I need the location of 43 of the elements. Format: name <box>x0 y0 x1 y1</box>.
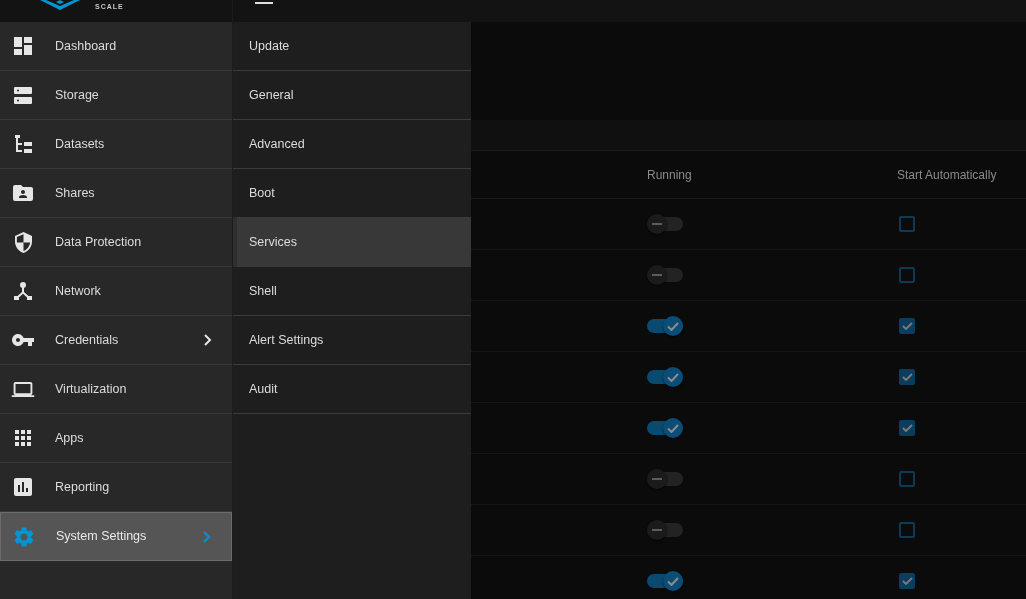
laptop-icon <box>11 381 35 397</box>
check-icon <box>667 576 679 586</box>
checkbox[interactable] <box>899 318 915 334</box>
check-icon <box>901 577 913 585</box>
minus-icon <box>652 478 662 480</box>
sidebar-item[interactable]: System Settings <box>0 512 232 561</box>
minus-icon <box>652 274 662 276</box>
checkbox[interactable] <box>899 573 915 589</box>
tree-icon <box>14 135 32 153</box>
check-icon <box>667 423 679 433</box>
folder-user-icon <box>13 185 33 201</box>
checkbox[interactable] <box>899 420 915 436</box>
server-icon <box>14 86 32 104</box>
toggle-switch[interactable] <box>647 469 683 489</box>
settings-icon <box>14 526 34 547</box>
dashboard-icon <box>14 37 32 55</box>
checkbox[interactable] <box>899 369 915 385</box>
checkbox[interactable] <box>899 216 915 232</box>
check-icon <box>901 322 913 330</box>
bar-chart-icon <box>14 478 32 496</box>
toggle-switch[interactable] <box>647 214 683 234</box>
toggle-switch[interactable] <box>647 520 683 540</box>
shield-icon <box>14 231 32 253</box>
check-icon <box>667 321 679 331</box>
checkbox[interactable] <box>899 471 915 487</box>
check-icon <box>901 424 913 432</box>
toggle-switch[interactable] <box>647 571 683 591</box>
toggle-switch[interactable] <box>647 316 683 336</box>
column-header: Running <box>647 166 693 184</box>
key-icon <box>12 334 34 346</box>
network-icon <box>14 282 32 300</box>
column-header: Start Automatically <box>897 166 997 184</box>
minus-icon <box>652 223 662 225</box>
logo-icon <box>40 0 80 10</box>
toggle-switch[interactable] <box>647 367 683 387</box>
check-icon <box>667 372 679 382</box>
check-icon <box>901 373 913 381</box>
minus-icon <box>652 529 662 531</box>
checkbox[interactable] <box>899 267 915 283</box>
grid-icon <box>15 430 31 446</box>
toggle-switch[interactable] <box>647 418 683 438</box>
checkbox[interactable] <box>899 522 915 538</box>
toggle-switch[interactable] <box>647 265 683 285</box>
